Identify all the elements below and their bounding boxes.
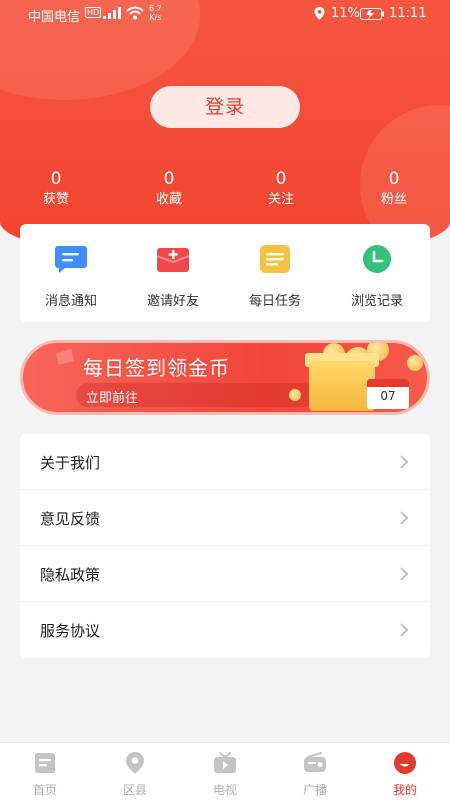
hd-badge: HD: [85, 7, 102, 18]
location-status-icon: [314, 7, 325, 20]
settings-menu: 关于我们 意见反馈 隐私政策 服务协议: [20, 434, 430, 658]
menu-item-terms[interactable]: 服务协议: [20, 602, 430, 658]
menu-item-feedback[interactable]: 意见反馈: [20, 490, 430, 546]
quick-action-label: 消息通知: [44, 294, 97, 309]
chevron-right-icon: [400, 567, 409, 581]
daily-checkin-banner[interactable]: 每日签到领金币 立即前往 07: [20, 340, 430, 415]
tv-icon: [214, 752, 236, 773]
menu-item-about[interactable]: 关于我们: [20, 434, 430, 490]
menu-item-privacy[interactable]: 隐私政策: [20, 546, 430, 602]
envelope-icon: [55, 349, 75, 365]
stat-favorites[interactable]: 0 收藏: [139, 170, 199, 211]
quick-action-history[interactable]: 浏览记录: [326, 224, 428, 322]
profile-header: [0, 0, 450, 262]
stat-value: 0: [275, 169, 287, 189]
user-stats: 0 获赞 0 收藏 0 关注 0 粉丝: [0, 170, 450, 210]
task-icon: [260, 245, 290, 273]
chevron-right-icon: [400, 511, 409, 525]
stat-label: 粉丝: [380, 192, 407, 207]
tab-home[interactable]: 首页: [0, 743, 90, 800]
home-icon: [35, 753, 55, 773]
quick-action-invite[interactable]: 邀请好友: [122, 224, 224, 322]
gift-box-icon: [309, 361, 375, 411]
chevron-right-icon: [400, 455, 409, 469]
quick-action-label: 浏览记录: [350, 294, 403, 309]
stat-value: 0: [50, 169, 62, 189]
stat-value: 0: [388, 169, 400, 189]
tab-profile[interactable]: 我的: [360, 743, 450, 800]
invite-icon: [157, 248, 189, 272]
stat-label: 收藏: [155, 192, 182, 207]
stat-value: 0: [163, 169, 175, 189]
message-icon: [55, 246, 87, 273]
menu-item-label: 隐私政策: [40, 566, 101, 584]
battery-percent: 11%: [331, 6, 360, 21]
coin-icon: [407, 355, 423, 371]
menu-item-label: 意见反馈: [40, 510, 101, 528]
wifi-icon: [126, 6, 144, 20]
tab-label: 首页: [32, 783, 57, 797]
calendar-day: 07: [380, 389, 396, 403]
radio-icon: [304, 752, 326, 772]
calendar-header: [367, 379, 409, 387]
banner-go-link: 立即前往: [86, 391, 139, 406]
quick-action-messages[interactable]: 消息通知: [20, 224, 122, 322]
quick-action-label: 邀请好友: [146, 294, 199, 309]
history-icon: [363, 245, 391, 273]
stat-likes[interactable]: 0 获赞: [26, 170, 86, 211]
location-icon: [126, 752, 144, 774]
stat-following[interactable]: 0 关注: [251, 170, 311, 211]
tab-districts[interactable]: 区县: [90, 743, 180, 800]
login-button[interactable]: 登录: [150, 86, 300, 128]
tab-tv[interactable]: 电视: [180, 743, 270, 800]
carrier-name: 中国电信: [28, 10, 81, 25]
tab-label: 电视: [212, 783, 237, 797]
profile-icon: [394, 752, 416, 774]
speed-value: 6.7: [149, 4, 162, 13]
calendar-icon: 07: [367, 379, 409, 409]
coin-icon: [289, 389, 301, 401]
stat-label: 关注: [267, 192, 294, 207]
tab-radio[interactable]: 广播: [270, 743, 360, 800]
quick-actions-card: 消息通知 邀请好友 每日任务 浏览记录: [20, 224, 430, 322]
stat-followers[interactable]: 0 粉丝: [364, 170, 424, 211]
tab-label: 区县: [122, 783, 147, 797]
menu-item-label: 关于我们: [40, 454, 101, 472]
speed-unit: K/s: [149, 13, 162, 22]
network-speed: 6.7 K/s: [149, 4, 162, 22]
battery-icon: [360, 8, 384, 20]
chevron-right-icon: [400, 623, 409, 637]
quick-action-label: 每日任务: [248, 294, 301, 309]
stat-label: 获赞: [42, 192, 69, 207]
banner-title: 每日签到领金币: [83, 356, 230, 380]
tab-label: 广播: [302, 783, 327, 797]
tab-label: 我的: [392, 783, 417, 797]
quick-action-daily-tasks[interactable]: 每日任务: [224, 224, 326, 322]
signal-icon: [103, 7, 121, 19]
status-bar: 中国电信 HD 6.7 K/s 11% 11:11: [0, 0, 450, 28]
clock: 11:11: [389, 6, 427, 21]
menu-item-label: 服务协议: [40, 622, 101, 640]
bottom-tab-bar: 首页 区县 电视 广播 我的: [0, 742, 450, 800]
